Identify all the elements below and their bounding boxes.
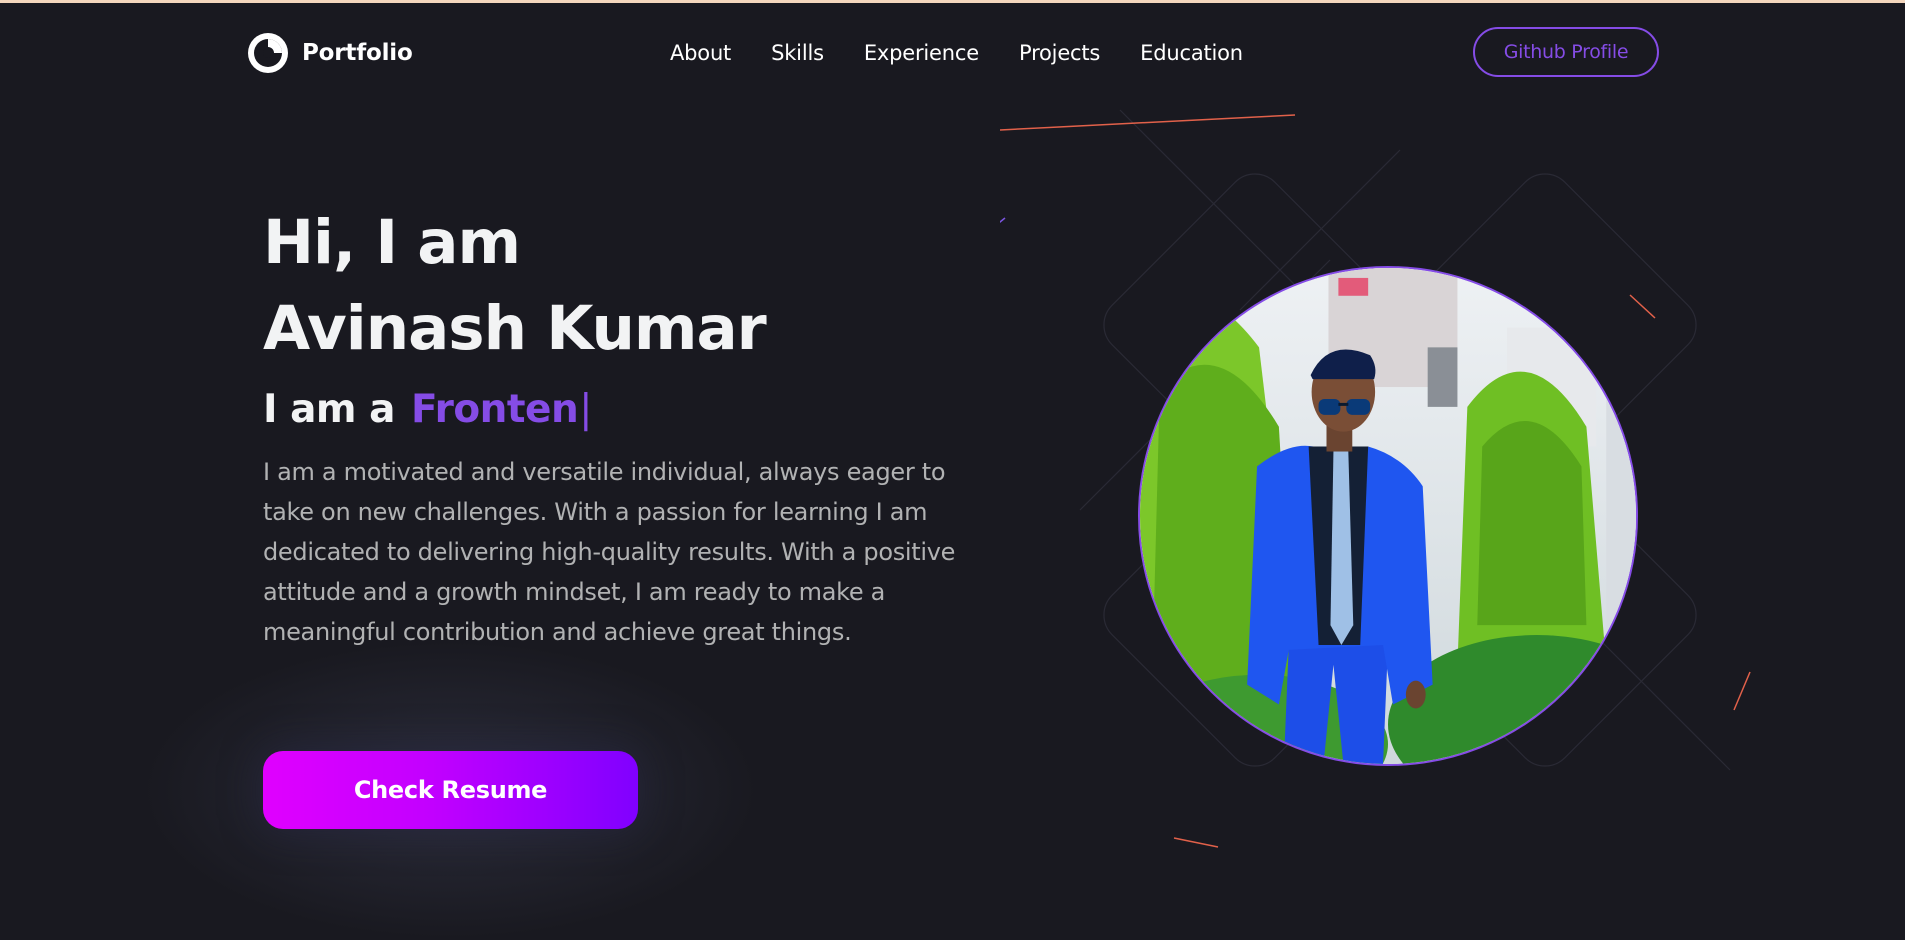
nav-link-skills[interactable]: Skills	[771, 41, 824, 65]
portfolio-logo-icon	[248, 33, 288, 73]
hero-name: Avinash Kumar	[263, 293, 767, 364]
navbar: Portfolio About Skills Experience Projec…	[0, 3, 1905, 103]
nav-link-projects[interactable]: Projects	[1019, 41, 1100, 65]
check-resume-button[interactable]: Check Resume	[263, 751, 638, 829]
nav-link-about[interactable]: About	[670, 41, 731, 65]
nav-links: About Skills Experience Projects Educati…	[670, 41, 1283, 65]
nav-link-education[interactable]: Education	[1140, 41, 1243, 65]
hero-greeting: Hi, I am	[263, 207, 521, 278]
brand-name: Portfolio	[302, 40, 413, 66]
hero-description: I am a motivated and versatile individua…	[263, 458, 956, 646]
github-profile-button[interactable]: Github Profile	[1473, 27, 1659, 77]
role-typed-text: Fronten	[410, 387, 579, 432]
role-line: I am a Fronten |	[263, 382, 983, 438]
nav-link-experience[interactable]: Experience	[864, 41, 979, 65]
brand-link[interactable]: Portfolio	[246, 31, 413, 75]
role-prefix: I am a	[263, 387, 395, 432]
profile-photo	[1138, 266, 1638, 766]
typing-cursor: |	[579, 387, 592, 432]
hero-text: Hi, I am Avinash Kumar I am a Fronten | I…	[263, 200, 983, 676]
